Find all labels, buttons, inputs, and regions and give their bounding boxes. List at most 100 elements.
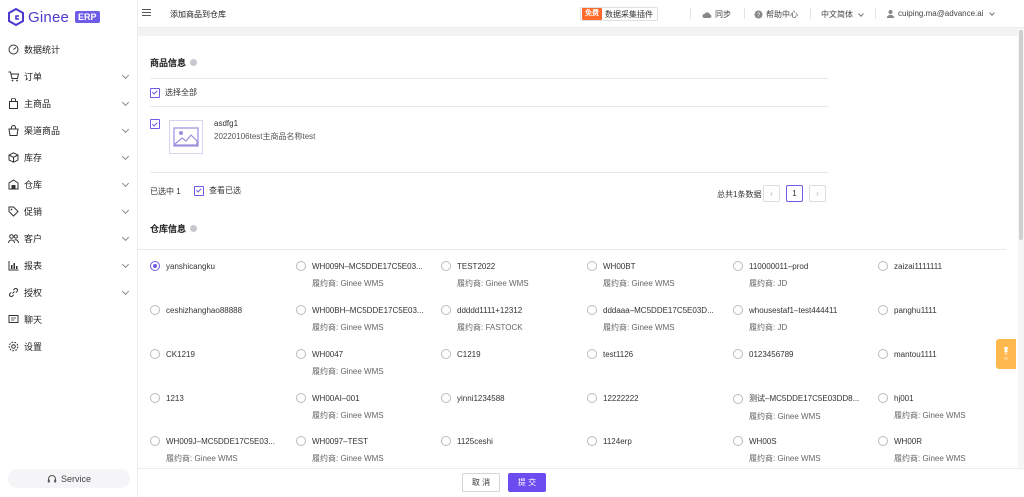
warehouse-option[interactable]: ddddd1111+12312 履约商: FASTOCK <box>441 305 581 333</box>
sidebar-item[interactable]: 数据统计 <box>0 36 138 63</box>
help-center-button[interactable]: ? 帮助中心 <box>754 9 798 20</box>
service-button[interactable]: Service <box>8 469 130 488</box>
product-name: asdfg1 <box>214 119 239 128</box>
warehouse-radio[interactable] <box>441 393 451 403</box>
language-select[interactable]: 中文简体 <box>821 9 864 20</box>
warehouse-radio[interactable] <box>587 305 597 315</box>
vertical-scrollbar[interactable] <box>1018 28 1024 468</box>
sidebar-item[interactable]: 库存 <box>0 144 138 171</box>
warehouse-radio[interactable] <box>150 393 160 403</box>
warehouse-option[interactable]: 1125ceshi <box>441 436 581 446</box>
info-icon[interactable] <box>190 59 198 66</box>
warehouse-radio[interactable] <box>733 261 743 271</box>
page-number-button[interactable]: 1 <box>786 185 803 202</box>
sidebar-item[interactable]: 聊天 <box>0 306 138 333</box>
submit-button[interactable]: 提 交 <box>508 473 546 492</box>
warehouse-option[interactable]: CK1219 <box>150 349 290 359</box>
warehouse-option[interactable]: hj001 履约商: Ginee WMS <box>878 393 1018 421</box>
logo[interactable]: Ginee ERP <box>8 6 100 28</box>
warehouse-option-row: WH00BT <box>587 261 727 271</box>
warehouse-option-row: CK1219 <box>150 349 290 359</box>
warehouse-radio[interactable] <box>587 261 597 271</box>
warehouse-option[interactable]: 110000011–prod 履约商: JD <box>733 261 873 289</box>
plugin-button[interactable]: 免费 数据采集插件 <box>580 7 658 21</box>
warehouse-radio[interactable] <box>878 436 888 446</box>
select-all-checkbox[interactable]: 选择全部 <box>150 87 197 98</box>
product-checkbox[interactable] <box>150 119 160 129</box>
warehouse-option[interactable]: whousestaf1–test444411 履约商: JD <box>733 305 873 333</box>
checkbox-checked[interactable] <box>150 87 160 98</box>
view-selected-checkbox[interactable]: 查看已选 <box>194 185 241 196</box>
warehouse-option[interactable]: C1219 <box>441 349 581 359</box>
warehouse-radio[interactable] <box>441 261 451 271</box>
divider <box>690 8 691 19</box>
warehouse-option[interactable]: WH009N–MC5DDE17C5E03... 履约商: Ginee WMS <box>296 261 436 289</box>
floating-helper-tab[interactable]: ‹‹ <box>996 339 1016 369</box>
warehouse-option[interactable]: zaizai1111111 <box>878 261 1018 271</box>
warehouse-option[interactable]: WH00R 履约商: Ginee WMS <box>878 436 1018 464</box>
warehouse-radio[interactable] <box>296 436 306 446</box>
warehouse-radio[interactable] <box>296 305 306 315</box>
warehouse-radio[interactable] <box>296 261 306 271</box>
warehouse-option[interactable]: panghu1111 <box>878 305 1018 315</box>
warehouse-option[interactable]: WH00BT 履约商: Ginee WMS <box>587 261 727 289</box>
warehouse-option[interactable]: WH0047 履约商: Ginee WMS <box>296 349 436 377</box>
warehouse-radio[interactable] <box>587 436 597 446</box>
prev-page-button[interactable]: ‹ <box>763 185 780 202</box>
warehouse-option[interactable]: WH009J–MC5DDE17C5E03... 履约商: Ginee WMS <box>150 436 290 464</box>
checkbox-checked[interactable] <box>194 185 204 196</box>
warehouse-option[interactable]: 12222222 <box>587 393 727 403</box>
warehouse-radio[interactable] <box>296 349 306 359</box>
warehouse-option[interactable]: WH00S 履约商: Ginee WMS <box>733 436 873 464</box>
warehouse-radio[interactable] <box>733 393 743 404</box>
sidebar-item[interactable]: 授权 <box>0 279 138 306</box>
warehouse-radio[interactable] <box>878 305 888 315</box>
menu-toggle-icon[interactable] <box>142 9 151 18</box>
next-page-button[interactable]: › <box>809 185 826 202</box>
sidebar-item[interactable]: 客户 <box>0 225 138 252</box>
warehouse-option-row: 测试–MC5DDE17C5E03DD8... <box>733 393 873 404</box>
sidebar-item[interactable]: 设置 <box>0 333 138 360</box>
warehouse-radio[interactable] <box>733 349 743 359</box>
warehouse-option[interactable]: WH0097–TEST 履约商: Ginee WMS <box>296 436 436 464</box>
warehouse-option[interactable]: yanshicangku <box>150 261 290 271</box>
info-icon[interactable] <box>190 225 198 232</box>
warehouse-radio[interactable] <box>878 261 888 271</box>
warehouse-radio[interactable] <box>441 436 451 446</box>
warehouse-option[interactable]: WH00AI–001 履约商: Ginee WMS <box>296 393 436 421</box>
divider <box>150 106 828 107</box>
sidebar-item[interactable]: 促销 <box>0 198 138 225</box>
warehouse-option[interactable]: 1213 <box>150 393 290 403</box>
sidebar-item[interactable]: 报表 <box>0 252 138 279</box>
warehouse-radio[interactable] <box>296 393 306 403</box>
sidebar-item[interactable]: 主商品 <box>0 90 138 117</box>
warehouse-radio[interactable] <box>150 261 160 271</box>
scrollbar-thumb[interactable] <box>1019 30 1023 240</box>
warehouse-option[interactable]: WH00BH–MC5DDE17C5E03... 履约商: Ginee WMS <box>296 305 436 333</box>
sidebar-item[interactable]: 订单 <box>0 63 138 90</box>
warehouse-option[interactable]: 测试–MC5DDE17C5E03DD8... 履约商: Ginee WMS <box>733 393 873 422</box>
warehouse-radio[interactable] <box>587 349 597 359</box>
warehouse-radio[interactable] <box>878 349 888 359</box>
warehouse-option[interactable]: 1124erp <box>587 436 727 446</box>
warehouse-radio[interactable] <box>150 305 160 315</box>
cancel-button[interactable]: 取 消 <box>462 473 500 492</box>
warehouse-option[interactable]: dddaaa–MC5DDE17C5E03D... 履约商: Ginee WMS <box>587 305 727 333</box>
warehouse-radio[interactable] <box>441 349 451 359</box>
warehouse-option[interactable]: TEST2022 履约商: Ginee WMS <box>441 261 581 289</box>
sync-button[interactable]: 同步 <box>702 9 731 20</box>
warehouse-radio[interactable] <box>150 436 160 446</box>
warehouse-radio[interactable] <box>878 393 888 403</box>
user-menu[interactable]: cuiping.ma@advance.ai <box>886 9 995 18</box>
warehouse-option[interactable]: ceshizhanghao88888 <box>150 305 290 315</box>
sidebar-item[interactable]: 仓库 <box>0 171 138 198</box>
warehouse-option[interactable]: test1126 <box>587 349 727 359</box>
warehouse-radio[interactable] <box>733 305 743 315</box>
warehouse-radio[interactable] <box>150 349 160 359</box>
sidebar-item[interactable]: 渠道商品 <box>0 117 138 144</box>
warehouse-option[interactable]: yinni1234588 <box>441 393 581 403</box>
warehouse-option[interactable]: 0123456789 <box>733 349 873 359</box>
warehouse-radio[interactable] <box>733 436 743 446</box>
warehouse-radio[interactable] <box>441 305 451 315</box>
warehouse-radio[interactable] <box>587 393 597 403</box>
